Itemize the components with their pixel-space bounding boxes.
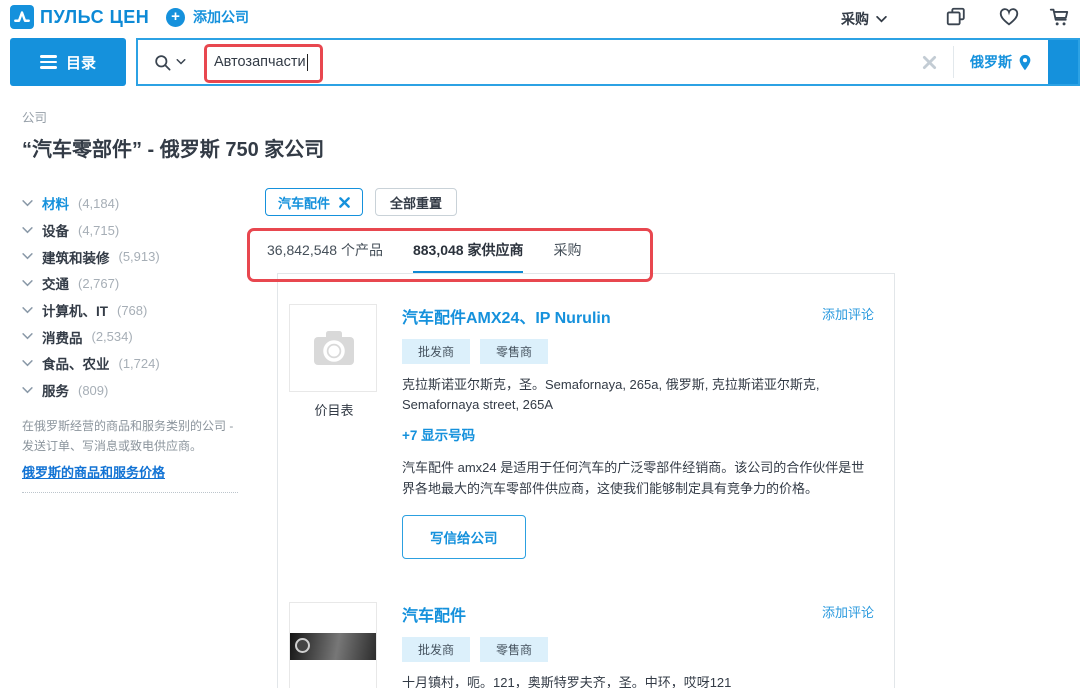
search-bar: Автозапчасти 俄罗斯	[136, 38, 1080, 86]
plus-icon: +	[166, 8, 185, 27]
tab-suppliers[interactable]: 883,048 家供应商	[413, 240, 524, 275]
top-bar: ПУЛЬС ЦЕН + 添加公司 采购	[0, 0, 1080, 36]
price-list-link[interactable]: 价目表	[289, 400, 379, 419]
sidebar-item-materials[interactable]: 材料 (4,184)	[22, 190, 244, 217]
logo-text: ПУЛЬС ЦЕН	[40, 7, 149, 28]
chevron-down-icon	[22, 200, 33, 207]
results-panel: 价目表 汽车配件AMX24、IP Nurulin 添加评论 批发商 零售商 克拉…	[277, 273, 895, 688]
company-name-link[interactable]: 汽车配件	[402, 602, 466, 626]
company-card: 价目表 汽车配件 添加评论 批发商 零售商 十月镇村，呃。121，奥斯特罗夫齐，…	[278, 572, 894, 688]
chevron-down-icon	[22, 280, 33, 287]
chevron-down-icon	[22, 333, 33, 340]
sidebar-item-services[interactable]: 服务 (809)	[22, 377, 244, 404]
filter-chip-auto-parts[interactable]: 汽车配件	[265, 188, 363, 216]
company-name-link[interactable]: 汽车配件AMX24、IP Nurulin	[402, 304, 611, 328]
write-to-company-button[interactable]: 写信给公司	[402, 515, 526, 559]
add-company-label: 添加公司	[193, 7, 249, 27]
company-logo-image	[290, 633, 376, 660]
company-badges: 批发商 零售商	[402, 339, 874, 364]
company-logo[interactable]	[289, 602, 377, 688]
catalog-button[interactable]: 目录	[10, 38, 126, 86]
favorites-heart-icon[interactable]	[998, 6, 1020, 28]
breadcrumb[interactable]: 公司	[22, 107, 47, 126]
company-photo-placeholder[interactable]	[289, 304, 377, 392]
search-submit-button[interactable]	[1048, 40, 1078, 84]
location-pin-icon	[1018, 54, 1032, 71]
text-caret	[307, 54, 308, 71]
chevron-down-icon	[876, 16, 887, 23]
sidebar-prices-link[interactable]: 俄罗斯的商品和服务价格	[22, 462, 165, 481]
company-media: 价目表	[289, 304, 379, 559]
company-badges: 批发商 零售商	[402, 637, 874, 662]
page: ПУЛЬС ЦЕН + 添加公司 采购 目录	[0, 0, 1080, 688]
company-info: 汽车配件 添加评论 批发商 零售商 十月镇村，呃。121，奥斯特罗夫齐，圣。中环…	[402, 602, 874, 688]
add-review-link[interactable]: 添加评论	[822, 602, 874, 621]
divider	[22, 492, 238, 493]
remove-filter-icon[interactable]	[339, 197, 350, 208]
chevron-down-icon	[22, 387, 33, 394]
show-phone-link[interactable]: +7 显示号码	[402, 424, 874, 444]
company-address: 十月镇村，呃。121，奥斯特罗夫齐，圣。中环，哎呀121	[402, 673, 872, 688]
cart-icon[interactable]	[1048, 6, 1070, 28]
chevron-down-icon	[22, 360, 33, 367]
badge-retailer: 零售商	[480, 637, 548, 662]
company-info: 汽车配件AMX24、IP Nurulin 添加评论 批发商 零售商 克拉斯诺亚尔…	[402, 304, 874, 559]
company-card: 价目表 汽车配件AMX24、IP Nurulin 添加评论 批发商 零售商 克拉…	[278, 274, 894, 559]
add-company-button[interactable]: + 添加公司	[166, 7, 249, 27]
sidebar-note: 在俄罗斯经营的商品和服务类别的公司 - 发送订单、写消息或致电供应商。	[22, 417, 238, 457]
sidebar-item-consumer-goods[interactable]: 消费品 (2,534)	[22, 323, 244, 350]
hamburger-icon	[40, 55, 57, 69]
sidebar-item-food-agriculture[interactable]: 食品、农业 (1,724)	[22, 350, 244, 377]
company-address: 克拉斯诺亚尔斯克，圣。Semafornaya, 265a, 俄罗斯, 克拉斯诺亚…	[402, 375, 872, 414]
chevron-down-icon	[22, 307, 33, 314]
chevron-down-icon	[176, 59, 186, 65]
badge-retailer: 零售商	[480, 339, 548, 364]
search-input[interactable]: Автозапчасти	[200, 40, 906, 84]
logo[interactable]: ПУЛЬС ЦЕН	[10, 5, 149, 29]
badge-wholesaler: 批发商	[402, 637, 470, 662]
company-description: 汽车配件 amx24 是适用于任何汽车的广泛零部件经销商。该公司的合作伙伴是世界…	[402, 457, 874, 500]
clear-search-icon[interactable]	[906, 40, 953, 84]
region-selector[interactable]: 俄罗斯	[954, 40, 1048, 84]
search-type-dropdown[interactable]	[138, 40, 200, 84]
sidebar-item-construction[interactable]: 建筑和装修 (5,913)	[22, 243, 244, 270]
wheel-logo-icon	[295, 638, 310, 653]
sidebar-item-equipment[interactable]: 设备 (4,715)	[22, 217, 244, 244]
result-tabs: 36,842,548 个产品 883,048 家供应商 采购	[267, 240, 581, 275]
tab-products[interactable]: 36,842,548 个产品	[267, 240, 383, 275]
search-icon	[153, 53, 172, 72]
purchases-menu[interactable]: 采购	[841, 9, 887, 29]
badge-wholesaler: 批发商	[402, 339, 470, 364]
page-title: “汽车零部件” - 俄罗斯 750 家公司	[22, 133, 324, 162]
chevron-down-icon	[22, 227, 33, 234]
add-review-link[interactable]: 添加评论	[822, 304, 874, 323]
company-media: 价目表	[289, 602, 379, 688]
active-filters: 汽车配件 全部重置	[265, 188, 457, 216]
sidebar-item-transport[interactable]: 交通 (2,767)	[22, 270, 244, 297]
chevron-down-icon	[22, 253, 33, 260]
camera-icon	[312, 329, 356, 367]
compare-icon[interactable]	[945, 6, 967, 28]
reset-all-button[interactable]: 全部重置	[375, 188, 457, 216]
sidebar-item-computers-it[interactable]: 计算机、IT (768)	[22, 297, 244, 324]
pulse-logo-icon	[10, 5, 34, 29]
category-sidebar: 材料 (4,184) 设备 (4,715) 建筑和装修 (5,913) 交通 (…	[22, 190, 244, 404]
tab-purchases[interactable]: 采购	[553, 240, 581, 275]
